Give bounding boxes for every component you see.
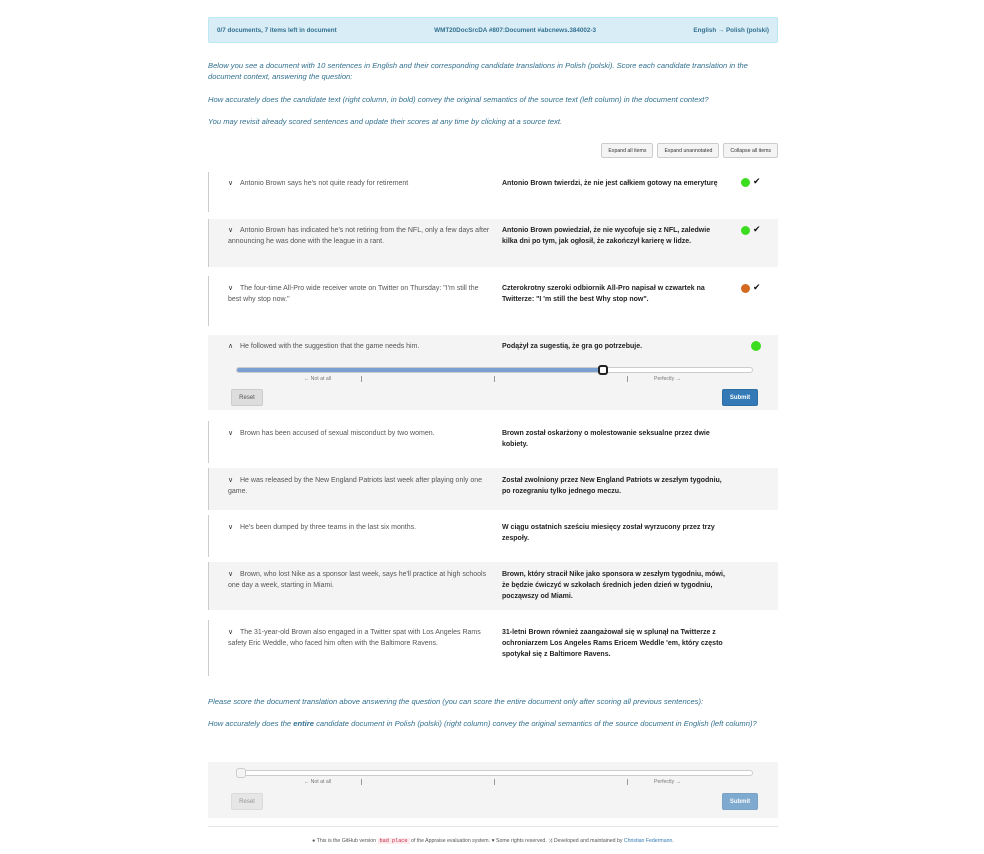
source-text[interactable]: ∨ He was released by the New England Patr… — [228, 475, 493, 497]
check-icon: ✔ — [753, 282, 761, 292]
source-text[interactable]: ∨ Antonio Brown has indicated he's not re… — [228, 225, 493, 247]
chevron-down-icon[interactable]: ∨ — [228, 283, 240, 294]
submit-button[interactable]: Submit — [722, 389, 758, 406]
slider-fill — [237, 368, 605, 372]
document-reset-button[interactable]: Reset — [231, 793, 263, 810]
slider-tick — [494, 779, 495, 785]
source-text[interactable]: ∧ He followed with the suggestion that th… — [228, 341, 493, 352]
expand-all-button[interactable]: Expand all items — [601, 143, 654, 158]
list-item[interactable]: ∨ Brown, who lost Nike as a sponsor last … — [208, 562, 778, 610]
slider-tick — [627, 779, 628, 785]
list-item[interactable]: ∨ Antonio Brown says he's not quite ready… — [208, 172, 778, 212]
document-score-question: How accurately does the entire candidate… — [208, 719, 757, 728]
source-text[interactable]: ∨ Brown, who lost Nike as a sponsor last … — [228, 569, 493, 591]
target-text: Brown został oskarżony o molestowanie se… — [502, 430, 710, 448]
slider-handle[interactable] — [236, 768, 246, 778]
instructions-revisit: You may revisit already scored sentences… — [208, 117, 563, 126]
list-item[interactable]: ∨ Brown has been accused of sexual miscon… — [208, 421, 778, 463]
item-border — [208, 515, 209, 557]
slider-tick — [627, 376, 628, 382]
chevron-down-icon[interactable]: ∨ — [228, 428, 240, 439]
chevron-down-icon[interactable]: ∨ — [228, 475, 240, 486]
heart-icon: ♥ — [491, 838, 495, 844]
item-border — [208, 562, 209, 610]
version-badge: bad place — [377, 838, 410, 844]
target-text: W ciągu ostatnich sześciu miesięcy zosta… — [502, 524, 715, 542]
target-text: Podążył za sugestią, że gra go potrzebuj… — [502, 343, 643, 350]
list-item[interactable]: ∨ He's been dumped by three teams in the … — [208, 515, 778, 557]
chevron-down-icon[interactable]: ∨ — [228, 627, 240, 638]
target-text: Czterokrotny szeroki odbiornik All-Pro n… — [502, 285, 705, 303]
chevron-down-icon[interactable]: ∨ — [228, 569, 240, 580]
source-text[interactable]: ∨ He's been dumped by three teams in the … — [228, 522, 493, 533]
list-item[interactable]: ∨ The 31-year-old Brown also engaged in a… — [208, 620, 778, 676]
status-bar: 0/7 documents, 7 items left in document … — [208, 17, 778, 43]
item-border — [208, 219, 209, 267]
slider-label-left: ← Not at all — [304, 376, 332, 382]
status-dot — [741, 284, 750, 293]
slider-tick — [361, 376, 362, 382]
document-score-panel: ← Not at all Perfectly → Reset Submit — [208, 762, 778, 818]
target-text: Brown, który stracił Nike jako sponsora … — [502, 571, 725, 600]
slider-label-right: Perfectly → — [654, 376, 681, 382]
slider-tick — [494, 376, 495, 382]
document-id: WMT20DocSrcDA #807:Document #abcnews.384… — [434, 26, 596, 34]
status-dot — [751, 341, 761, 351]
chevron-up-icon[interactable]: ∧ — [228, 341, 240, 352]
target-text: Antonio Brown powiedział, że nie wycofuj… — [502, 227, 711, 245]
instructions-question: How accurately does the candidate text (… — [208, 95, 709, 104]
status-dot — [741, 226, 750, 235]
collapse-all-button[interactable]: Collapse all items — [723, 143, 778, 158]
slider-tick — [361, 779, 362, 785]
item-border — [208, 620, 209, 676]
item-border — [208, 172, 209, 212]
check-icon: ✔ — [753, 224, 761, 234]
list-item[interactable]: ∨ Antonio Brown has indicated he's not re… — [208, 219, 778, 267]
source-text[interactable]: ∨ The four-time All-Pro wide receiver wro… — [228, 283, 493, 305]
reset-button[interactable]: Reset — [231, 389, 263, 406]
item-border — [208, 421, 209, 463]
target-text: 31-letni Brown również zaangażował się w… — [502, 629, 723, 658]
github-icon: ● — [312, 838, 316, 844]
status-dot — [741, 178, 750, 187]
document-score-slider[interactable] — [236, 770, 753, 776]
slider-handle[interactable] — [598, 365, 609, 375]
document-submit-button[interactable]: Submit — [722, 793, 758, 810]
expand-unannotated-button[interactable]: Expand unannotated — [657, 143, 720, 158]
list-item[interactable]: ∨ He was released by the New England Patr… — [208, 468, 778, 510]
document-score-prompt: Please score the document translation ab… — [208, 697, 704, 706]
source-text[interactable]: ∨ The 31-year-old Brown also engaged in a… — [228, 627, 493, 649]
instructions-intro: Below you see a document with 10 sentenc… — [208, 61, 748, 81]
author-link[interactable]: Christian Federmann — [624, 838, 672, 844]
shuffle-icon: ⤨ — [548, 838, 553, 844]
slider-label-left: ← Not at all — [304, 779, 332, 785]
item-border — [208, 276, 209, 326]
language-pair: English → Polish (polski) — [693, 26, 769, 34]
score-slider[interactable] — [236, 367, 753, 373]
toolbar: Expand all items Expand unannotated Coll… — [601, 143, 778, 158]
list-item-expanded[interactable]: ∧ He followed with the suggestion that th… — [208, 335, 778, 410]
footer-divider — [208, 826, 778, 827]
slider-label-right: Perfectly → — [654, 779, 681, 785]
progress-text: 0/7 documents, 7 items left in document — [217, 26, 337, 34]
list-item[interactable]: ∨ The four-time All-Pro wide receiver wro… — [208, 276, 778, 326]
chevron-down-icon[interactable]: ∨ — [228, 522, 240, 533]
chevron-down-icon[interactable]: ∨ — [228, 178, 240, 189]
source-text[interactable]: ∨ Antonio Brown says he's not quite ready… — [228, 178, 493, 189]
check-icon: ✔ — [753, 176, 761, 186]
target-text: Antonio Brown twierdzi, że nie jest całk… — [502, 180, 718, 187]
target-text: Został zwolniony przez New England Patri… — [502, 477, 722, 495]
footer: ● This is the GitHub version bad place o… — [312, 838, 674, 844]
source-text[interactable]: ∨ Brown has been accused of sexual miscon… — [228, 428, 493, 439]
chevron-down-icon[interactable]: ∨ — [228, 225, 240, 236]
item-border — [208, 468, 209, 510]
